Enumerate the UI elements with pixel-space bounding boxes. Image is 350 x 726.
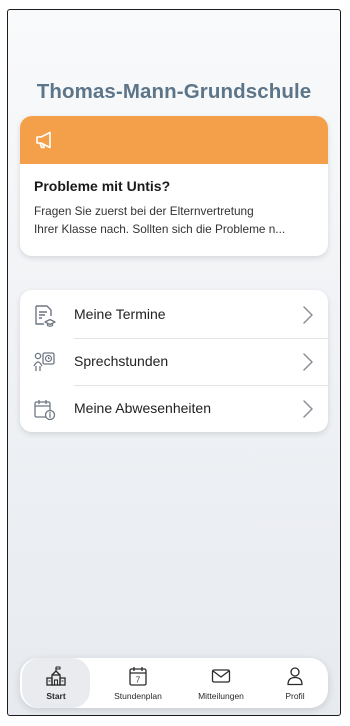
- appointments-icon: [35, 305, 56, 327]
- notice-header: [20, 116, 328, 164]
- envelope-icon: [211, 669, 231, 683]
- notice-text: Fragen Sie zuerst bei der Elternvertretu…: [34, 204, 286, 236]
- app-screen: Thomas-Mann-Grundschule Probleme mit Unt…: [7, 9, 341, 716]
- menu-item-absences[interactable]: Meine Abwesenheiten: [20, 386, 328, 432]
- absences-icon: [34, 400, 56, 421]
- menu-item-label: Meine Termine: [74, 306, 166, 322]
- tab-start[interactable]: Start: [22, 658, 90, 708]
- menu-item-office-hours[interactable]: Sprechstunden: [20, 339, 328, 385]
- calendar-day-number: 7: [136, 676, 141, 685]
- tab-profil[interactable]: Profil: [266, 658, 324, 708]
- tab-label: Mitteilungen: [198, 691, 244, 701]
- calendar-icon: 7: [129, 667, 147, 686]
- chevron-right-icon: [303, 400, 313, 418]
- person-icon: [287, 667, 303, 686]
- tab-label: Stundenplan: [114, 691, 162, 701]
- tab-label: Start: [46, 691, 66, 701]
- tab-label: Profil: [285, 691, 305, 701]
- notice-card[interactable]: Probleme mit Untis? Fragen Sie zuerst be…: [20, 116, 328, 256]
- notice-title: Probleme mit Untis?: [34, 178, 171, 194]
- menu-card: Meine Termine Sprechstunden Meine Abwese…: [20, 290, 328, 432]
- school-title: Thomas-Mann-Grundschule: [36, 80, 312, 103]
- menu-item-label: Meine Abwesenheiten: [74, 400, 211, 416]
- tab-mitteilungen[interactable]: Mitteilungen: [184, 658, 258, 708]
- bottom-tab-bar: Start 7 Stundenplan Mitteilungen Profil: [20, 658, 328, 708]
- menu-item-appointments[interactable]: Meine Termine: [20, 292, 328, 338]
- office-hours-icon: [33, 352, 55, 371]
- megaphone-icon: [36, 131, 51, 149]
- tab-stundenplan[interactable]: 7 Stundenplan: [102, 658, 174, 708]
- chevron-right-icon: [303, 306, 313, 324]
- chevron-right-icon: [303, 353, 313, 371]
- menu-item-label: Sprechstunden: [74, 353, 169, 369]
- school-icon: [46, 666, 66, 686]
